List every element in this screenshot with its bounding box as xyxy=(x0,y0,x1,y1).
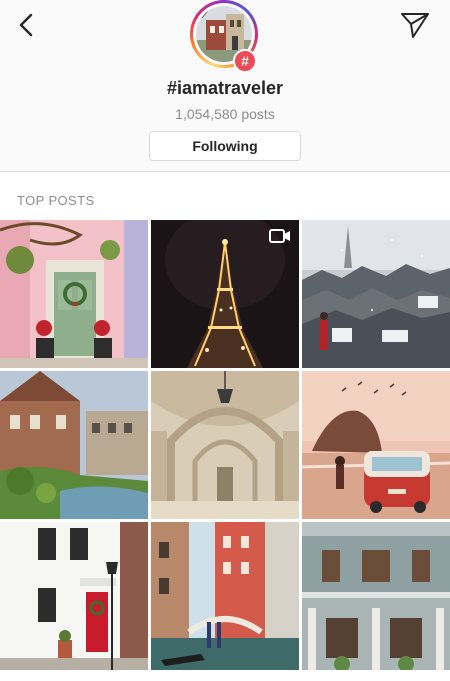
video-camera-icon xyxy=(269,229,290,243)
following-button[interactable]: Following xyxy=(149,131,301,161)
post-thumbnail[interactable] xyxy=(151,371,299,519)
post-thumbnail[interactable] xyxy=(302,371,450,519)
post-thumbnail[interactable] xyxy=(302,220,450,368)
top-posts-grid xyxy=(0,220,450,681)
hashtag-header: # #iamatraveler 1,054,580 posts Followin… xyxy=(0,0,450,172)
posts-count: 1,054,580 posts xyxy=(175,106,275,122)
hashtag-avatar[interactable]: # xyxy=(190,0,260,73)
post-thumbnail[interactable] xyxy=(0,220,148,368)
post-thumbnail[interactable] xyxy=(151,522,299,670)
post-thumbnail[interactable] xyxy=(0,371,148,519)
paper-plane-icon[interactable] xyxy=(400,11,430,39)
post-thumbnail[interactable] xyxy=(302,522,450,670)
post-thumbnail[interactable] xyxy=(151,220,299,368)
post-thumbnail[interactable] xyxy=(0,522,148,670)
section-label-top-posts: TOP POSTS xyxy=(17,193,95,208)
hashtag-badge: # xyxy=(233,49,257,73)
page-title: #iamatraveler xyxy=(166,78,284,98)
chevron-left-icon[interactable] xyxy=(14,12,40,38)
